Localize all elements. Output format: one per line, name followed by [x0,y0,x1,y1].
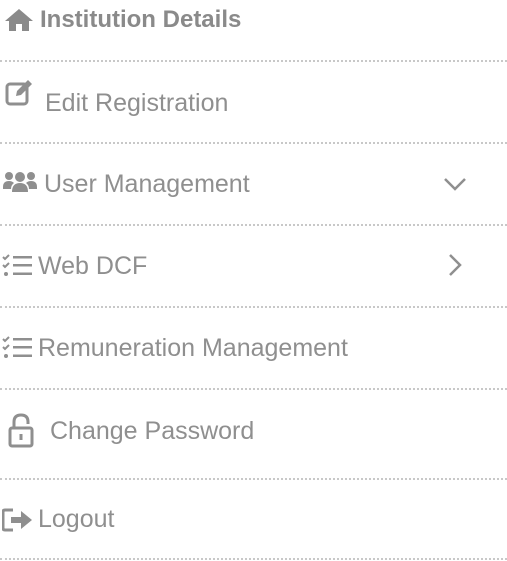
divider [0,478,507,480]
sidebar-menu: Institution Details Edit Registration Us… [0,0,507,561]
lock-icon [6,412,36,448]
menu-item-web-dcf[interactable]: Web DCF [0,248,507,284]
menu-item-label: Logout [38,505,115,533]
logout-icon [2,508,34,532]
divider [0,388,507,390]
menu-item-user-management[interactable]: User Management [0,166,507,202]
chevron-down-icon[interactable] [440,169,470,199]
chevron-right-icon[interactable] [440,250,470,280]
users-icon [2,170,38,194]
menu-item-label: User Management [44,170,250,198]
menu-item-change-password[interactable]: Change Password [0,410,507,450]
menu-item-logout[interactable]: Logout [0,502,507,538]
menu-item-label: Institution Details [40,6,242,33]
menu-item-label: Web DCF [38,252,148,280]
menu-item-label: Remuneration Management [38,334,348,362]
divider [0,224,507,226]
menu-item-remuneration-management[interactable]: Remuneration Management [0,330,507,366]
menu-item-edit-registration[interactable]: Edit Registration [0,78,507,122]
divider [0,60,507,62]
edit-icon [4,78,34,108]
divider [0,306,507,308]
menu-item-institution-details[interactable]: Institution Details [0,2,507,38]
list-check-icon [2,336,34,360]
divider [0,558,507,560]
menu-item-label: Edit Registration [45,89,229,117]
home-icon [2,7,36,33]
list-check-icon [2,254,34,278]
divider [0,142,507,144]
menu-item-label: Change Password [50,417,255,445]
